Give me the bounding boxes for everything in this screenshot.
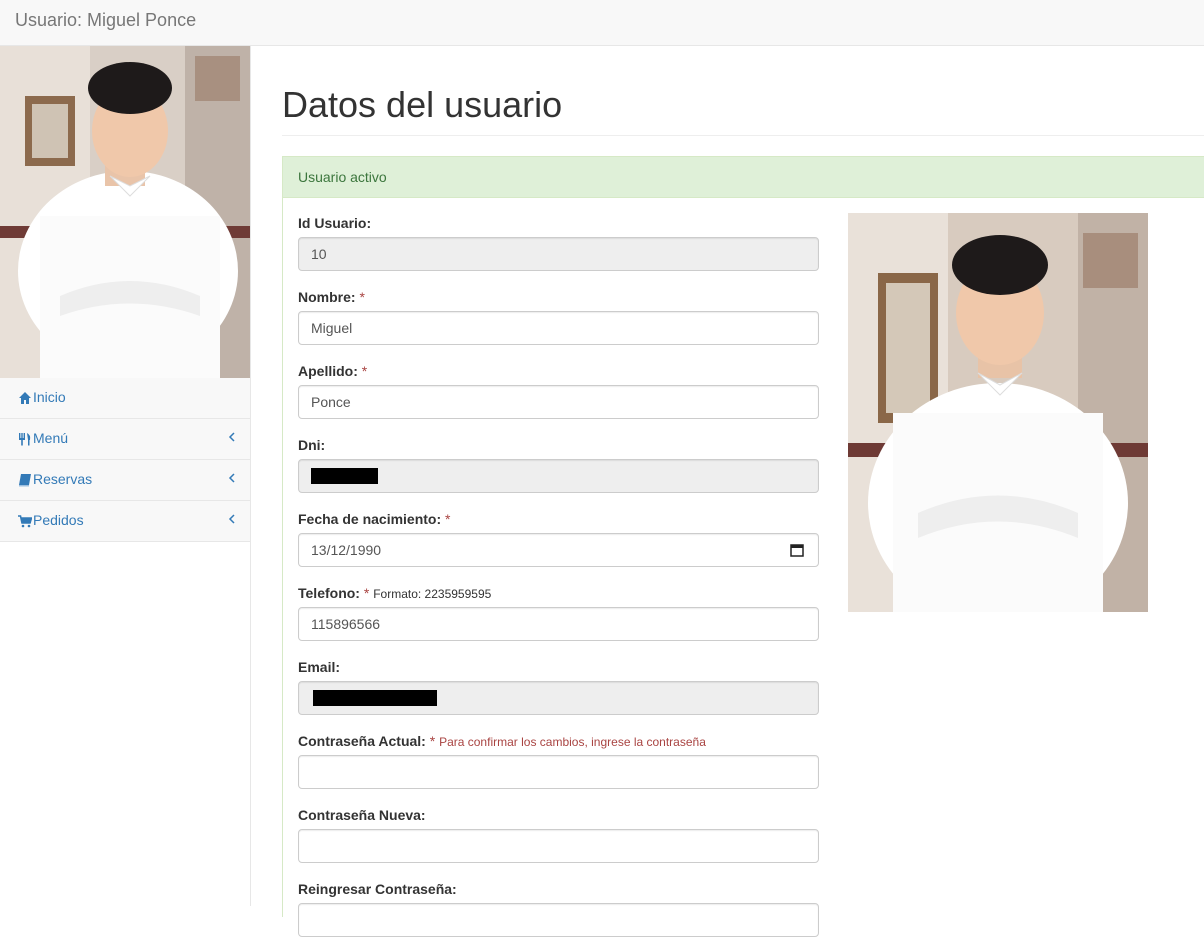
divider	[282, 135, 1204, 136]
field-contrasena-nueva: Contraseña Nueva:	[298, 805, 819, 863]
label-text: Nombre:	[298, 289, 356, 305]
telefono-input[interactable]: 115896566	[298, 607, 819, 641]
redacted-value	[313, 690, 437, 706]
field-reingresar-contrasena: Reingresar Contraseña:	[298, 879, 819, 937]
sidebar-item-inicio[interactable]: Inicio	[0, 378, 250, 419]
sidebar-item-pedidos[interactable]: Pedidos	[0, 501, 250, 542]
field-label: Telefono: * Formato: 2235959595	[298, 583, 819, 603]
contrasena-actual-input[interactable]	[298, 755, 819, 789]
field-fecha-nacimiento: Fecha de nacimiento: * 13/12/1990	[298, 509, 819, 567]
dni-input[interactable]	[298, 459, 819, 493]
sidebar-item-label: Menú	[33, 430, 69, 446]
input-value: 13/12/1990	[311, 542, 382, 558]
sidebar-item-label: Pedidos	[33, 512, 84, 528]
sidebar-item-reservas[interactable]: Reservas	[0, 460, 250, 501]
book-icon	[19, 474, 31, 487]
input-value: Ponce	[311, 394, 351, 410]
id-usuario-input[interactable]: 10	[298, 237, 819, 271]
field-id-usuario: Id Usuario: 10	[298, 213, 819, 271]
fecha-nacimiento-input[interactable]: 13/12/1990	[298, 533, 819, 567]
sidebar-item-label: Reservas	[33, 471, 93, 487]
cart-icon	[18, 515, 32, 528]
sidebar-item-menu[interactable]: Menú	[0, 419, 250, 460]
user-avatar-photo	[0, 46, 250, 378]
field-telefono: Telefono: * Formato: 2235959595 11589656…	[298, 583, 819, 641]
field-label: Apellido: *	[298, 361, 819, 381]
calendar-icon[interactable]	[790, 543, 804, 557]
sidebar: Inicio Menú Reservas Pedidos	[0, 46, 251, 906]
cutlery-icon	[19, 433, 31, 446]
input-value: 115896566	[311, 616, 381, 632]
format-hint: Formato: 2235959595	[373, 587, 492, 601]
field-label: Fecha de nacimiento: *	[298, 509, 819, 529]
field-label: Dni:	[298, 437, 326, 453]
label-text: Fecha de nacimiento:	[298, 511, 442, 527]
field-contrasena-actual: Contraseña Actual: * Para confirmar los …	[298, 731, 819, 789]
field-label: Nombre: *	[298, 287, 819, 307]
reingresar-contrasena-input[interactable]	[298, 903, 819, 937]
profile-photo	[848, 213, 1148, 612]
required-mark: *	[429, 733, 436, 749]
home-icon	[19, 392, 31, 404]
label-text: Telefono:	[298, 585, 360, 601]
redacted-value	[311, 468, 378, 484]
sidebar-item-label: Inicio	[33, 389, 66, 405]
field-label: Reingresar Contraseña:	[298, 881, 457, 897]
label-text: Apellido:	[298, 363, 358, 379]
page-title: Datos del usuario	[282, 84, 563, 125]
field-label: Contraseña Actual: * Para confirmar los …	[298, 731, 819, 751]
required-mark: *	[361, 363, 368, 379]
field-dni: Dni:	[298, 435, 819, 493]
field-label: Id Usuario:	[298, 215, 372, 231]
required-mark: *	[363, 585, 370, 601]
contrasena-nueva-input[interactable]	[298, 829, 819, 863]
required-mark: *	[359, 289, 365, 305]
navbar-title[interactable]: Usuario: Miguel Ponce	[15, 10, 196, 31]
chevron-left-icon	[228, 432, 235, 442]
input-value: 10	[311, 246, 327, 262]
required-mark: *	[445, 511, 451, 527]
nombre-input[interactable]: Miguel	[298, 311, 819, 345]
field-nombre: Nombre: * Miguel	[298, 287, 819, 345]
field-label: Email:	[298, 659, 341, 675]
status-banner: Usuario activo	[283, 157, 1204, 198]
label-text: Contraseña Actual:	[298, 733, 426, 749]
field-email: Email:	[298, 657, 819, 715]
email-input[interactable]	[298, 681, 819, 715]
field-label: Contraseña Nueva:	[298, 807, 426, 823]
input-value: Miguel	[311, 320, 353, 336]
chevron-left-icon	[228, 514, 235, 524]
chevron-left-icon	[228, 473, 235, 483]
apellido-input[interactable]: Ponce	[298, 385, 819, 419]
top-navbar: Usuario: Miguel Ponce	[0, 0, 1204, 46]
confirm-hint: Para confirmar los cambios, ingrese la c…	[439, 735, 706, 749]
field-apellido: Apellido: * Ponce	[298, 361, 819, 419]
